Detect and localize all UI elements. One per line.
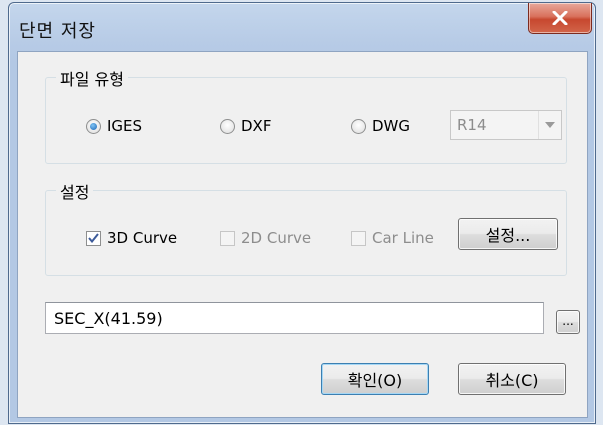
dwg-version-select[interactable]: R14	[450, 110, 562, 140]
checkbox-3d-curve[interactable]: 3D Curve	[86, 229, 177, 247]
radio-iges[interactable]: IGES	[86, 117, 142, 135]
checkbox-car-line-label: Car Line	[372, 229, 434, 247]
dialog-window: 단면 저장 파일 유형 IGES DXF DWG R14 설정 3D Curve…	[8, 2, 596, 424]
radio-dxf[interactable]: DXF	[220, 117, 271, 135]
browse-button[interactable]: ...	[556, 310, 580, 334]
radio-iges-label: IGES	[107, 117, 143, 135]
radio-dwg-indicator[interactable]	[351, 118, 366, 134]
checkbox-3d-curve-box[interactable]	[86, 230, 101, 246]
checkbox-car-line-box[interactable]	[351, 230, 366, 246]
checkbox-car-line[interactable]: Car Line	[351, 229, 434, 247]
file-type-group-label: 파일 유형	[56, 66, 128, 90]
chevron-down-icon[interactable]	[538, 111, 561, 139]
dialog-title: 단면 저장	[19, 21, 96, 42]
radio-dxf-indicator[interactable]	[220, 118, 235, 134]
checkbox-2d-curve-label: 2D Curve	[241, 229, 312, 247]
checkbox-2d-curve[interactable]: 2D Curve	[220, 229, 311, 247]
dialog-body: 파일 유형 IGES DXF DWG R14 설정 3D Curve 2D Cu…	[17, 51, 588, 418]
settings-group-label: 설정	[56, 179, 94, 203]
radio-dwg[interactable]: DWG	[351, 117, 410, 135]
dwg-version-value: R14	[457, 116, 487, 134]
ok-button[interactable]: 확인(O)	[321, 363, 429, 395]
settings-button[interactable]: 설정...	[458, 218, 558, 250]
radio-iges-indicator[interactable]	[86, 118, 101, 134]
close-icon	[552, 11, 568, 25]
radio-dwg-label: DWG	[372, 117, 411, 135]
close-button[interactable]	[528, 3, 592, 34]
section-name-input[interactable]: SEC_X(41.59)	[45, 302, 544, 334]
checkbox-2d-curve-box[interactable]	[220, 230, 235, 246]
cancel-button[interactable]: 취소(C)	[458, 363, 566, 395]
radio-dxf-label: DXF	[241, 117, 272, 135]
checkmark-icon	[88, 233, 99, 243]
checkbox-3d-curve-label: 3D Curve	[107, 229, 178, 247]
